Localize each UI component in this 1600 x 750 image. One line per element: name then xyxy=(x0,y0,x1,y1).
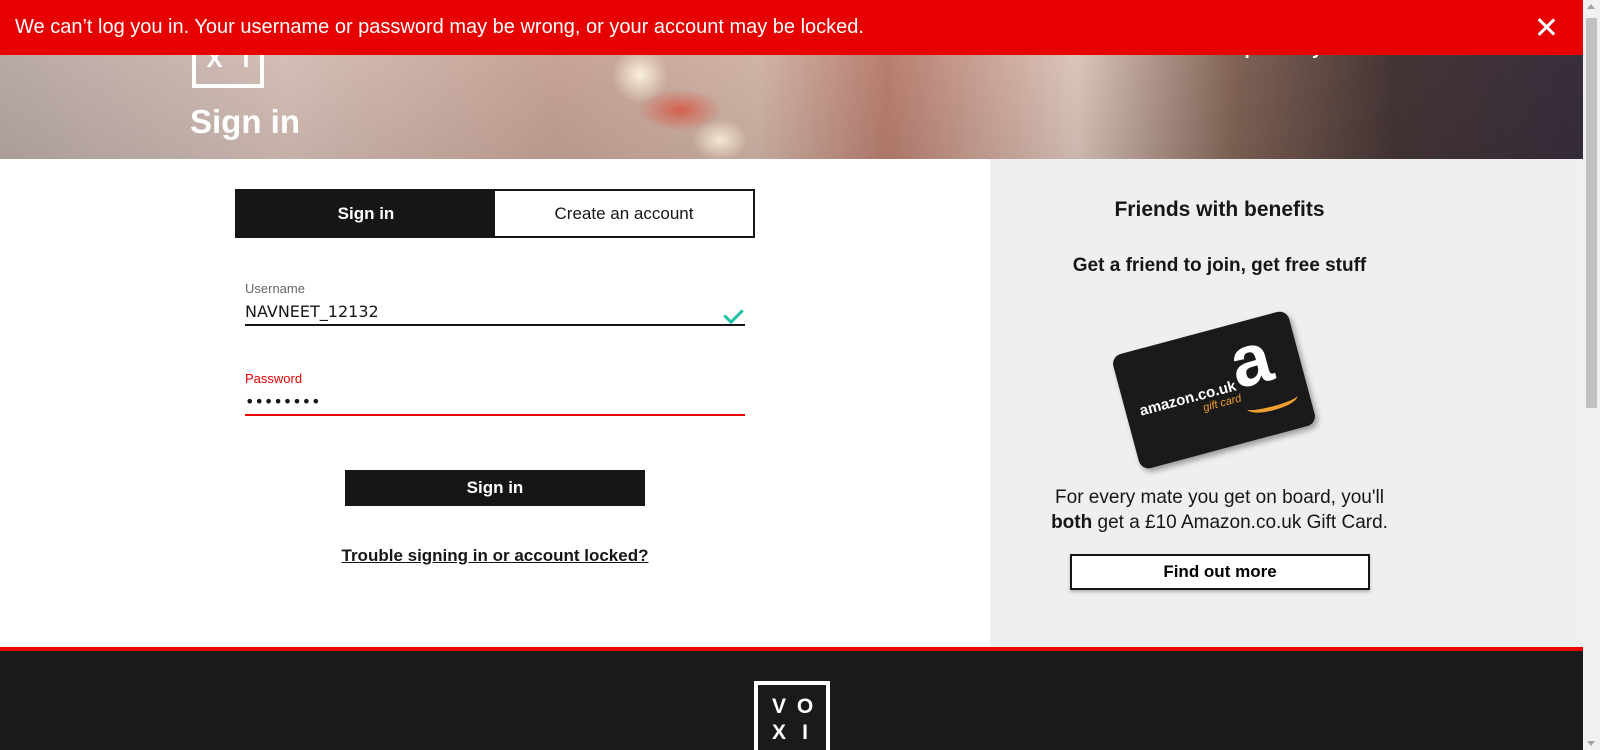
logo-letter: I xyxy=(802,721,808,744)
vertical-scrollbar[interactable] xyxy=(1583,0,1600,750)
tab-sign-in[interactable]: Sign in xyxy=(237,191,495,236)
error-alert: We can’t log you in. Your username or pa… xyxy=(0,0,1583,55)
close-icon[interactable] xyxy=(1531,12,1561,42)
logo-letter: O xyxy=(796,695,814,718)
alert-message: We can’t log you in. Your username or pa… xyxy=(15,16,864,38)
promo-body-bold: both xyxy=(1051,512,1093,533)
tab-create-account[interactable]: Create an account xyxy=(495,191,753,236)
username-input[interactable] xyxy=(245,296,745,326)
promo-body-line1: For every mate you get on board, you'll xyxy=(1055,487,1384,508)
main-content: Sign in Create an account Username Passw… xyxy=(0,159,1583,647)
footer-voxi-logo[interactable]: V O X I xyxy=(754,681,830,750)
auth-tabs: Sign in Create an account xyxy=(235,189,755,238)
logo-letter: X xyxy=(771,721,786,744)
checkmark-icon xyxy=(723,307,745,323)
promo-subheading: Get a friend to join, get free stuff xyxy=(1072,255,1367,276)
promo-body-line2: get a £10 Amazon.co.uk Gift Card. xyxy=(1092,512,1388,533)
username-field: Username xyxy=(245,281,745,326)
scroll-down-icon[interactable] xyxy=(1587,741,1595,746)
logo-letter: V xyxy=(771,695,786,718)
footer: V O X I xyxy=(0,647,1583,750)
password-input[interactable] xyxy=(245,386,745,416)
username-label: Username xyxy=(245,281,305,296)
password-field: Password xyxy=(245,371,745,416)
scroll-thumb[interactable] xyxy=(1586,18,1597,408)
find-out-more-button[interactable]: Find out more xyxy=(1070,554,1370,590)
promo-heading: Friends with benefits xyxy=(1114,198,1325,221)
scroll-up-icon[interactable] xyxy=(1587,4,1595,9)
trouble-signing-in-link[interactable]: Trouble signing in or account locked? xyxy=(340,546,650,566)
promo-panel: Friends with benefits Get a friend to jo… xyxy=(990,159,1583,647)
sign-in-button[interactable]: Sign in xyxy=(345,470,645,506)
amazon-gift-card-image: amazon.co.uk gift card a xyxy=(1110,309,1318,471)
promo-body: For every mate you get on board, you'll … xyxy=(990,485,1449,535)
password-label: Password xyxy=(245,371,303,386)
page-title: Sign in xyxy=(190,103,300,140)
